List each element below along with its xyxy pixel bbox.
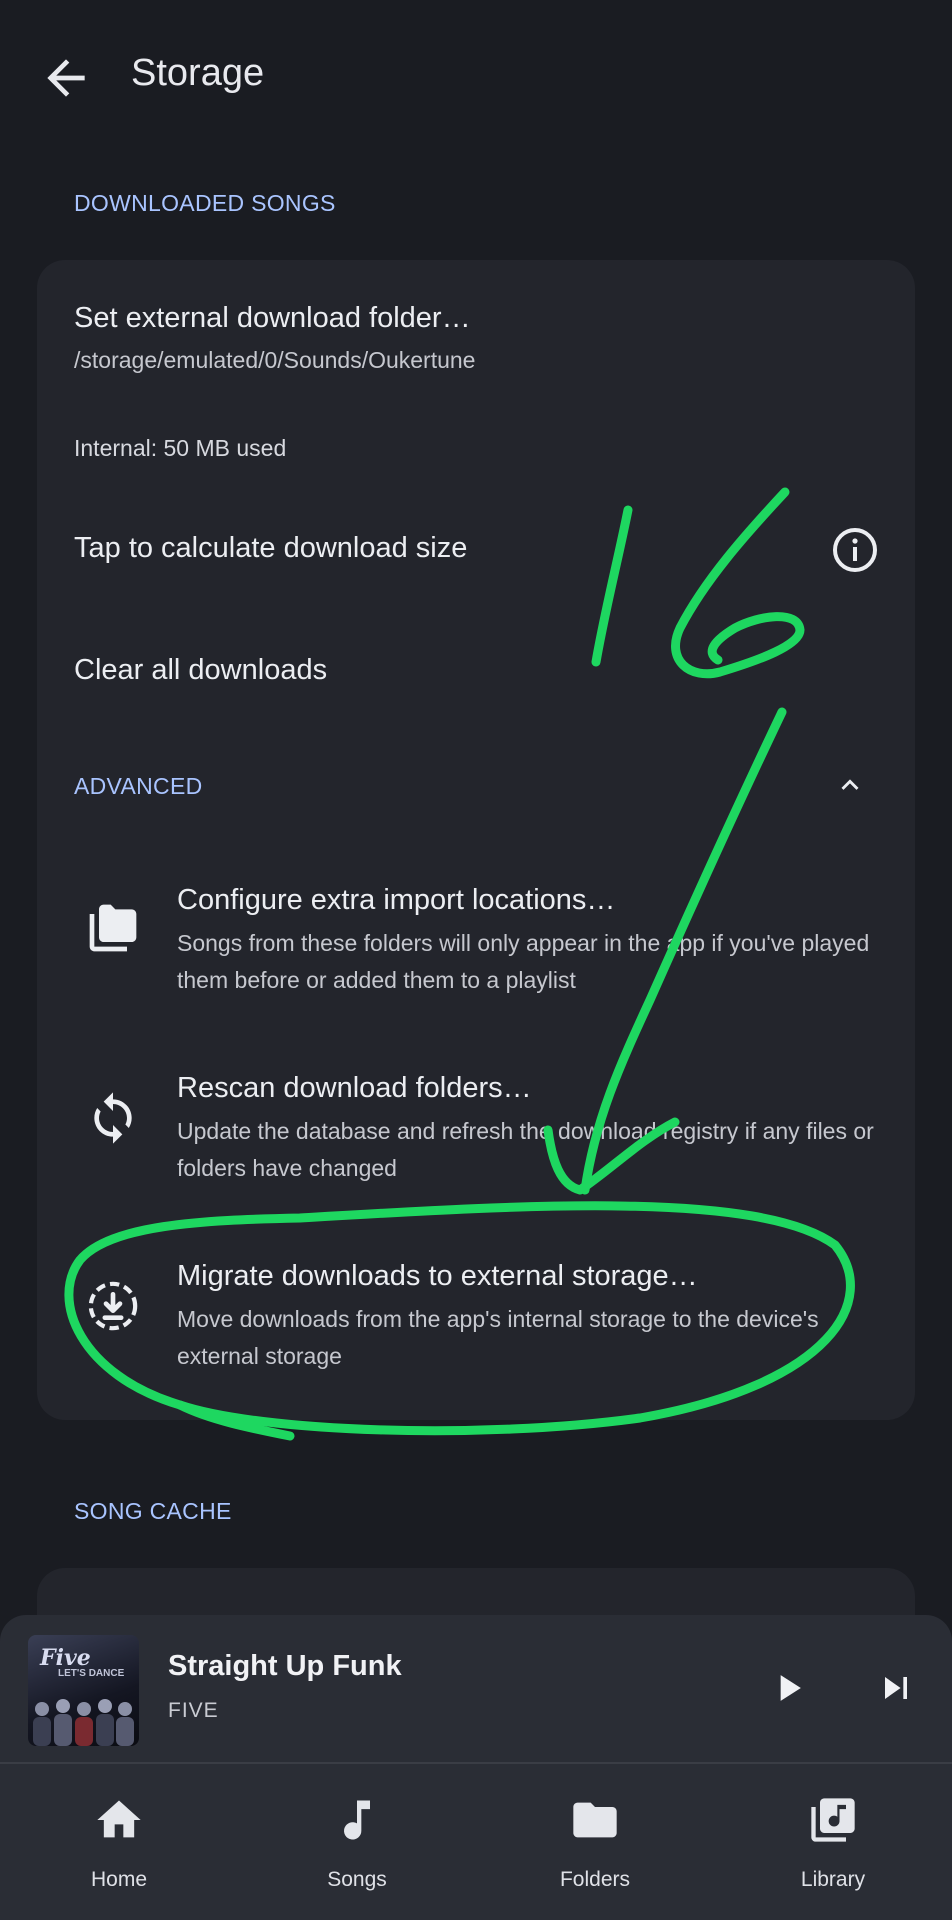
set-download-folder-title: Set external download folder…	[74, 302, 471, 334]
migrate-subtitle: Move downloads from the app's internal s…	[177, 1306, 819, 1369]
album-art-figures	[33, 1699, 134, 1746]
calculate-size-label: Tap to calculate download size	[74, 532, 468, 564]
info-icon[interactable]	[831, 526, 879, 574]
album-art-subtitle: LET'S DANCE	[58, 1668, 125, 1679]
bottom-navigation: Home Songs Folders Library	[0, 1762, 952, 1920]
home-icon	[97, 1800, 141, 1838]
section-header-song-cache: SONG CACHE	[74, 1498, 232, 1524]
clear-all-downloads-item[interactable]: Clear all downloads	[37, 620, 915, 730]
nav-library[interactable]: Library	[714, 1764, 952, 1920]
nav-folders-label: Folders	[559, 1868, 631, 1891]
advanced-section-toggle[interactable]: ADVANCED	[37, 740, 915, 830]
mini-player[interactable]: Five LET'S DANCE Straight Up Funk FIVE	[0, 1615, 952, 1763]
rescan-subtitle: Update the database and refresh the down…	[177, 1118, 874, 1181]
clear-all-downloads-label: Clear all downloads	[74, 654, 328, 686]
configure-import-locations-item[interactable]: Configure extra import locations… Songs …	[37, 850, 915, 1010]
calculate-size-item[interactable]: Tap to calculate download size	[37, 500, 915, 610]
nav-home[interactable]: Home	[0, 1764, 238, 1920]
track-artist: FIVE	[168, 1699, 219, 1722]
page-title: Storage	[131, 52, 265, 94]
chevron-up-icon[interactable]	[833, 768, 867, 802]
play-icon[interactable]	[766, 1666, 810, 1710]
configure-import-title: Configure extra import locations…	[177, 884, 616, 916]
folder-icon	[573, 1802, 617, 1838]
downloads-settings-card: Set external download folder… /storage/e…	[37, 260, 915, 1420]
nav-home-label: Home	[90, 1868, 148, 1891]
rescan-download-folders-item[interactable]: Rescan download folders… Update the data…	[37, 1040, 915, 1200]
album-art[interactable]: Five LET'S DANCE	[28, 1635, 139, 1746]
back-arrow-icon[interactable]	[38, 50, 94, 106]
internal-usage-text: Internal: 50 MB used	[74, 435, 287, 461]
library-music-icon	[811, 1798, 855, 1842]
nav-folders[interactable]: Folders	[476, 1764, 714, 1920]
nav-songs-label: Songs	[327, 1868, 387, 1891]
track-title: Straight Up Funk	[168, 1650, 402, 1682]
download-folder-path: /storage/emulated/0/Sounds/Oukertune	[74, 347, 476, 373]
skip-next-icon[interactable]	[874, 1666, 918, 1710]
download-circle-icon	[88, 1281, 138, 1331]
section-header-advanced: ADVANCED	[74, 773, 203, 799]
music-note-icon	[344, 1800, 370, 1840]
nav-library-label: Library	[800, 1868, 866, 1891]
nav-songs[interactable]: Songs	[238, 1764, 476, 1920]
rescan-title: Rescan download folders…	[177, 1072, 532, 1104]
section-header-downloaded: DOWNLOADED SONGS	[74, 190, 336, 216]
configure-import-subtitle: Songs from these folders will only appea…	[177, 930, 870, 993]
top-app-bar: Storage	[0, 0, 952, 150]
migrate-downloads-item[interactable]: Migrate downloads to external storage… M…	[37, 1230, 915, 1390]
migrate-title: Migrate downloads to external storage…	[177, 1260, 698, 1292]
folders-icon	[89, 904, 137, 952]
sync-icon	[94, 1092, 132, 1144]
set-download-folder-item[interactable]: Set external download folder… /storage/e…	[37, 260, 915, 400]
